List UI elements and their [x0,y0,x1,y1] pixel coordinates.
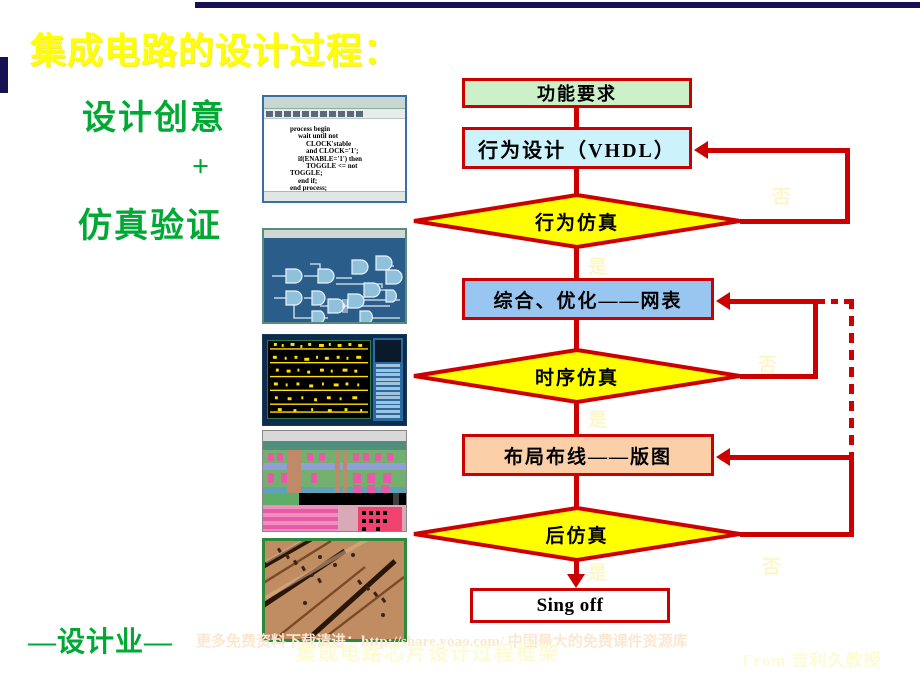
edge-label-psim-no: 否 [762,557,782,578]
flow-node-synthesis-netlist[interactable]: 综合、优化——网表 [462,278,714,320]
flow-node-timing-simulation[interactable]: 时序仿真 [412,348,742,404]
node-label: 布局布线——版图 [503,446,672,468]
feedback2-bottom [740,374,818,379]
flow-node-behavioral-simulation[interactable]: 行为仿真 [412,193,742,249]
slide-canvas: 集成电路的设计过程： 设计创意 + 仿真验证 —设计业— process beg… [0,0,920,690]
edge-label-bsim-no: 否 [772,187,792,208]
flow-node-functional-requirement[interactable]: 功能要求 [462,78,692,108]
node-label: Sing off [536,594,604,616]
feedback2-right [813,299,818,379]
node-label: 行为仿真 [534,212,619,234]
edge-label-tsim-yes: 是 [588,410,608,431]
connector-func-to-behav [574,107,579,129]
arrowhead-to-synthesis [716,292,730,310]
arrowhead-to-behavioral-design [694,141,708,159]
edge-label-tsim-no: 否 [758,355,778,376]
node-label: 功能要求 [537,84,617,104]
feedback3-top [728,455,854,460]
node-label: 时序仿真 [534,367,619,389]
feedback1-right [845,148,850,224]
feedback1-bottom [740,219,850,224]
feedback3-right [849,455,854,537]
flow-node-post-simulation[interactable]: 后仿真 [412,506,742,562]
feedback1-top [706,148,850,153]
connector-synth-to-tsim [574,318,579,352]
dashed-feedback-right [849,299,854,459]
connector-bsim-to-synth [574,244,579,280]
feedback2-top [728,299,818,304]
design-flow-diagram: 功能要求 行为设计（VHDL） 综合、优化——网表 布局布线——版图 Sing … [0,0,920,690]
connector-tsim-to-place [574,399,579,436]
edge-label-bsim-yes: 是 [588,257,608,278]
node-label: 行为设计（VHDL） [478,139,676,162]
arrowhead-to-place-route [716,448,730,466]
edge-label-psim-yes: 是 [588,563,608,584]
flow-node-place-route-layout[interactable]: 布局布线——版图 [462,434,714,476]
node-label: 后仿真 [545,525,609,547]
connector-place-to-psim [574,474,579,510]
feedback3-bottom [740,532,854,537]
arrowhead-to-signoff [567,574,585,588]
flow-node-sign-off[interactable]: Sing off [470,588,670,623]
watermark-credit: From 吉利久教授 [742,651,882,670]
watermark-caption: 集成电路芯片设计过程框架 [296,643,560,665]
flow-node-behavioral-design[interactable]: 行为设计（VHDL） [462,127,692,169]
node-label: 综合、优化——网表 [493,290,683,312]
